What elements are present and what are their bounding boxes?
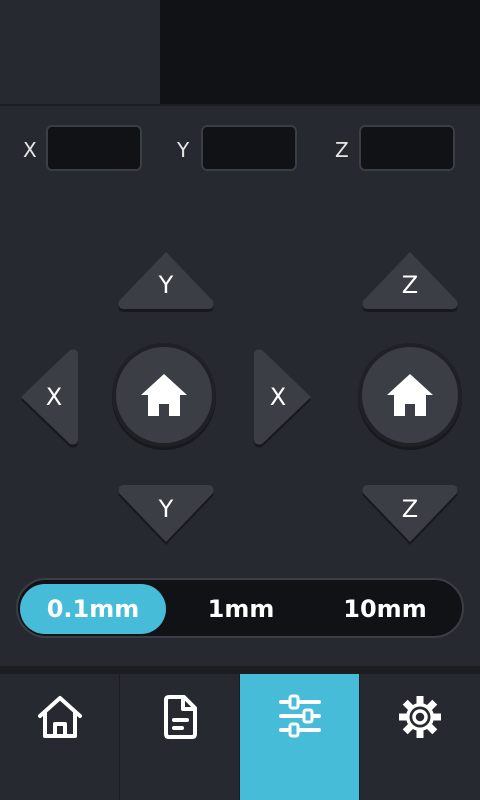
arrow-down-icon bbox=[362, 485, 458, 545]
z-coordinate-field[interactable] bbox=[359, 125, 455, 171]
arrow-right-icon bbox=[254, 349, 311, 448]
nav-home-tab[interactable] bbox=[0, 674, 120, 800]
step-option-1mm[interactable]: 1mm bbox=[168, 584, 314, 634]
jog-y-minus-button[interactable]: Y bbox=[116, 481, 216, 545]
nav-files-tab[interactable] bbox=[120, 674, 240, 800]
arrow-up-icon bbox=[362, 252, 458, 312]
file-icon bbox=[164, 695, 197, 739]
gear-icon bbox=[399, 696, 441, 738]
x-coordinate-label: X bbox=[23, 138, 37, 162]
home-icon bbox=[387, 374, 433, 416]
top-left-panel bbox=[0, 0, 160, 104]
jog-x-plus-button[interactable]: X bbox=[250, 347, 314, 448]
home-xy-button[interactable] bbox=[116, 347, 212, 443]
nav-divider bbox=[0, 666, 480, 674]
step-option-10mm[interactable]: 10mm bbox=[312, 584, 458, 634]
z-coordinate-label: Z bbox=[335, 138, 349, 162]
home-z-button[interactable] bbox=[362, 347, 458, 443]
top-bar bbox=[0, 0, 480, 104]
nav-controls-tab[interactable] bbox=[240, 674, 360, 800]
jog-y-plus-button[interactable]: Y bbox=[116, 249, 216, 313]
step-option-0-1mm[interactable]: 0.1mm bbox=[20, 584, 166, 634]
y-coordinate-field[interactable] bbox=[201, 125, 297, 171]
jog-z-plus-button[interactable]: Z bbox=[360, 249, 460, 313]
top-right-panel bbox=[160, 0, 480, 104]
home-icon bbox=[141, 374, 187, 416]
jog-x-minus-button[interactable]: X bbox=[18, 347, 82, 448]
arrow-down-icon bbox=[118, 485, 214, 545]
arrow-left-icon bbox=[21, 349, 78, 448]
jog-z-minus-button[interactable]: Z bbox=[360, 481, 460, 545]
arrow-up-icon bbox=[118, 252, 214, 312]
bottom-nav bbox=[0, 674, 480, 800]
sliders-icon bbox=[279, 694, 321, 738]
top-divider bbox=[0, 104, 480, 106]
nav-settings-tab[interactable] bbox=[360, 674, 480, 800]
y-coordinate-label: Y bbox=[177, 138, 190, 162]
home-icon bbox=[38, 696, 82, 738]
step-size-selector: 0.1mm 1mm 10mm bbox=[16, 578, 464, 638]
x-coordinate-field[interactable] bbox=[46, 125, 142, 171]
